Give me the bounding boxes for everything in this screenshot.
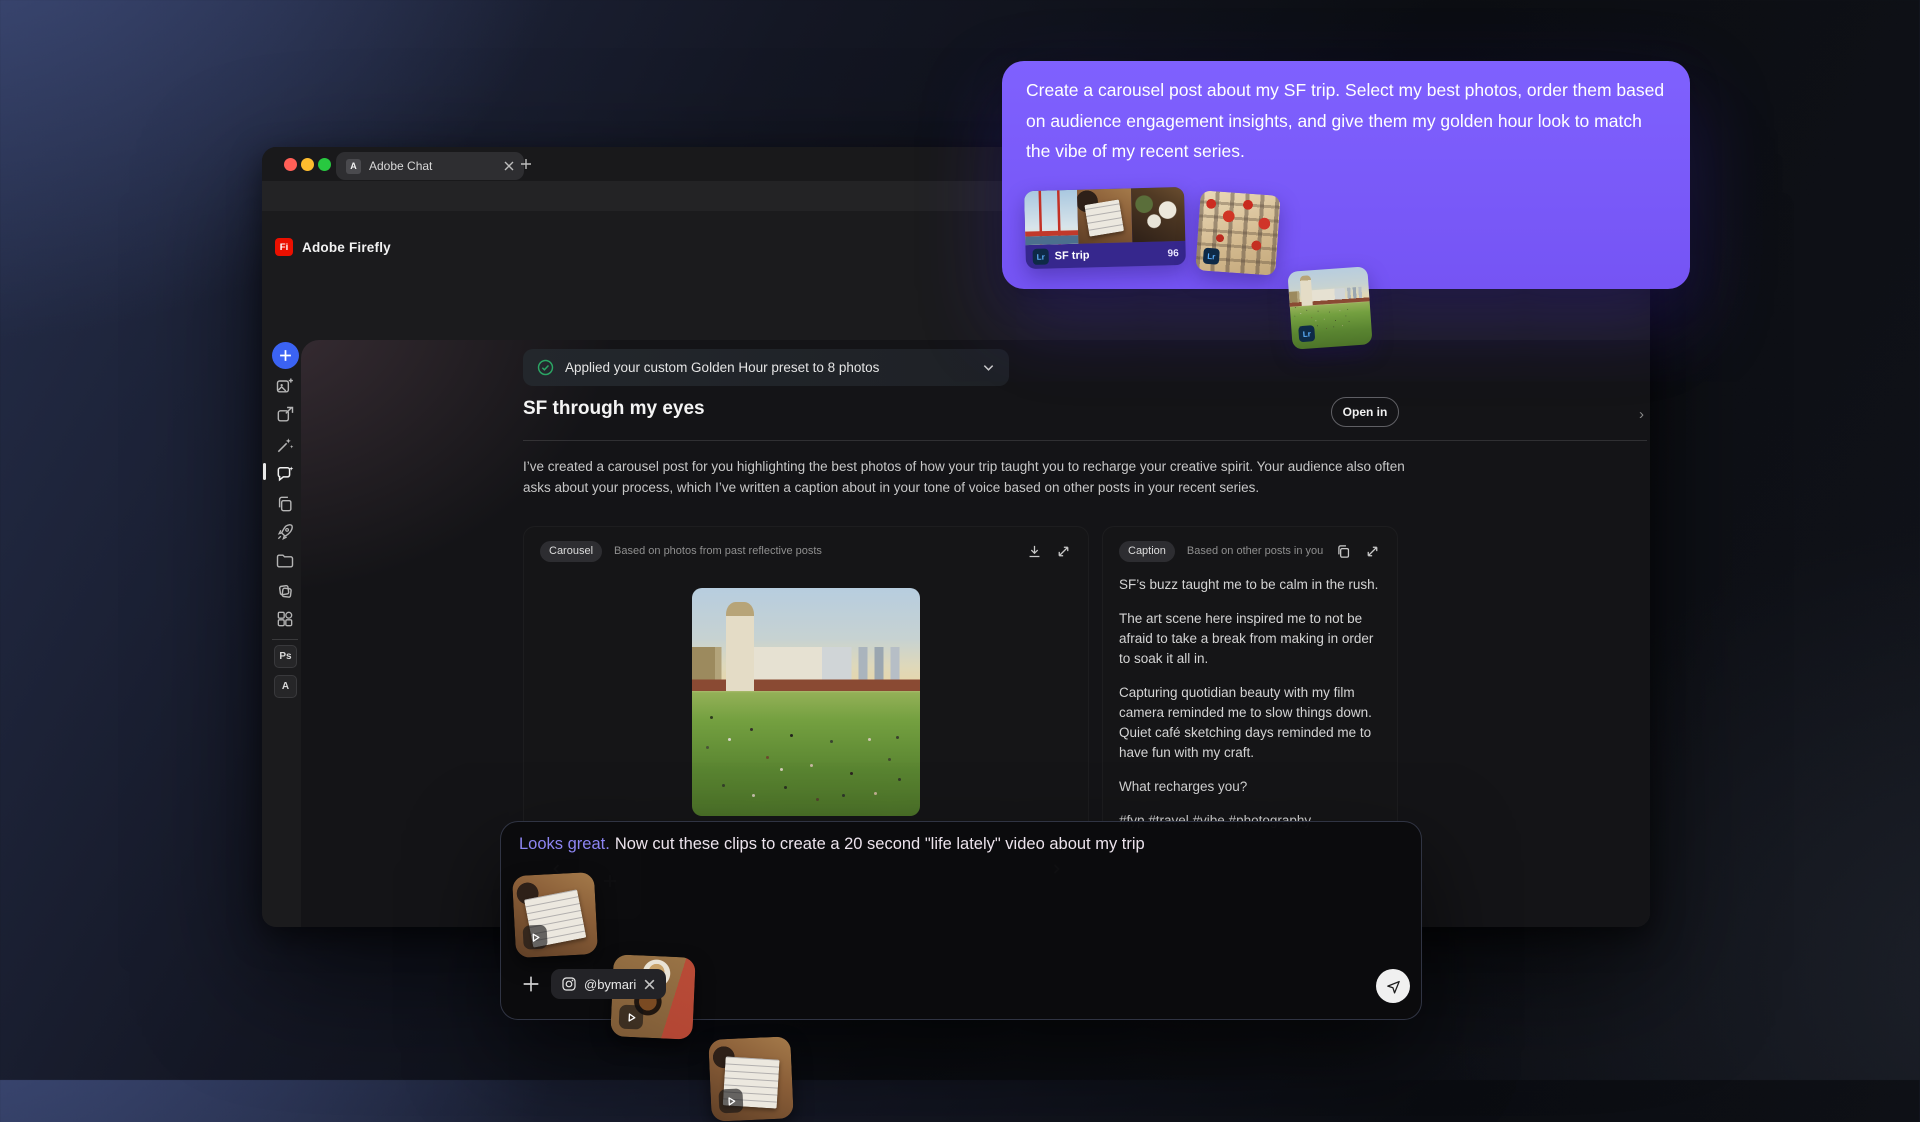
video-clip-thumbnail[interactable] [708,1036,793,1121]
caption-paragraph: SF’s buzz taught me to be calm in the ru… [1119,575,1381,595]
album-title: SF trip [1055,248,1162,263]
title-divider [523,440,1647,441]
album-footer: Lr SF trip 96 [1025,241,1186,269]
album-photo-drinks [1131,187,1186,242]
scroll-right-chevron[interactable]: › [1639,406,1644,423]
folder-icon[interactable] [275,551,295,571]
window-minimize-button[interactable] [301,158,314,171]
status-text: Applied your custom Golden Hour preset t… [565,360,971,375]
album-photo-bridge [1024,190,1079,245]
lightroom-icon: Lr [1203,248,1220,265]
adobe-favicon: A [346,159,361,174]
carousel-subtitle: Based on photos from past reflective pos… [614,545,1014,557]
check-circle-icon [537,359,554,376]
image-generate-icon[interactable] [275,376,295,396]
photoshop-app-icon[interactable]: Ps [274,645,297,668]
caption-subtitle: Based on other posts in your series [1187,545,1323,557]
window-close-button[interactable] [284,158,297,171]
caption-badge: Caption [1119,541,1175,562]
attachment-photo[interactable]: Lr [1195,190,1280,275]
new-tab-icon[interactable] [520,158,532,170]
chat-composer[interactable]: Looks great. Now cut these clips to creat… [500,821,1422,1020]
caption-paragraph: What recharges you? [1119,777,1381,797]
video-clip-thumbnail[interactable] [512,872,598,958]
caption-card-header: Caption Based on other posts in your ser… [1103,527,1397,575]
result-title: SF through my eyes [523,398,705,420]
park-crowd-graphic [692,588,695,591]
album-photo-count: 96 [1167,248,1178,259]
chevron-down-icon[interactable] [982,361,995,374]
status-banner[interactable]: Applied your custom Golden Hour preset t… [523,349,1009,386]
caption-paragraph: The art scene here inspired me to not be… [1119,609,1381,669]
download-icon[interactable] [1026,543,1043,560]
attachment-photo[interactable]: Lr [1287,266,1372,349]
browser-tab[interactable]: A Adobe Chat [336,152,524,180]
tab-close-icon[interactable] [504,161,514,171]
firefly-logo: Fi [275,238,293,256]
magic-wand-icon[interactable] [275,435,295,455]
add-attachment-icon[interactable] [520,973,542,995]
composer-message-rest: Now cut these clips to create a 20 secon… [615,835,1145,853]
lightroom-icon: Lr [1298,325,1315,342]
composer-message[interactable]: Looks great. Now cut these clips to creat… [519,835,1145,854]
play-icon [619,1005,644,1030]
sidebar-divider [272,639,298,640]
lightroom-icon: Lr [1033,248,1049,264]
handle-text: @bymari [584,977,636,992]
send-icon [1385,978,1402,995]
remove-chip-icon[interactable] [643,978,656,991]
send-button[interactable] [1376,969,1410,1003]
user-prompt-bubble: Create a carousel post about my SF trip.… [1002,61,1690,289]
lightroom-album-card[interactable]: Lr SF trip 96 [1024,187,1186,269]
album-photo-sketch [1077,188,1132,243]
prompt-text: Create a carousel post about my SF trip.… [1026,75,1668,167]
chat-sparkle-icon[interactable] [275,464,295,484]
play-icon [718,1088,743,1113]
brand-header: Fi Adobe Firefly [275,238,391,256]
carousel-badge: Carousel [540,541,602,562]
expand-icon[interactable] [1055,543,1072,560]
result-description: I’ve created a carousel post for you hig… [523,456,1407,498]
rocket-icon[interactable] [275,522,295,542]
caption-text: SF’s buzz taught me to be calm in the ru… [1119,575,1381,845]
copy-icon[interactable] [1335,543,1352,560]
vector-layers-icon[interactable] [275,581,295,601]
copy-stack-icon[interactable] [275,494,295,514]
apps-grid-icon[interactable] [275,609,295,629]
composer-message-highlight: Looks great. [519,835,610,853]
tab-title: Adobe Chat [369,159,514,173]
play-icon [523,924,548,949]
instagram-handle-chip[interactable]: @bymari [551,969,666,999]
album-collage [1024,187,1185,245]
carousel-card-header: Carousel Based on photos from past refle… [524,527,1088,575]
firefly-page: Fi Adobe Firefly Ps A Applied your custo… [262,211,1650,927]
plus-icon [279,349,292,362]
adobe-app-icon[interactable]: A [274,675,297,698]
new-chat-button[interactable] [272,342,299,369]
instagram-icon [561,976,577,992]
export-share-icon[interactable] [275,405,295,425]
carousel-main-image[interactable] [692,588,920,816]
brand-name: Adobe Firefly [302,240,391,255]
window-zoom-button[interactable] [318,158,331,171]
expand-icon[interactable] [1364,543,1381,560]
caption-paragraph: Capturing quotidian beauty with my film … [1119,683,1381,763]
open-in-button[interactable]: Open in [1331,397,1399,427]
sidebar-selected-indicator [263,463,266,480]
landmark-tower-graphic [726,602,753,691]
